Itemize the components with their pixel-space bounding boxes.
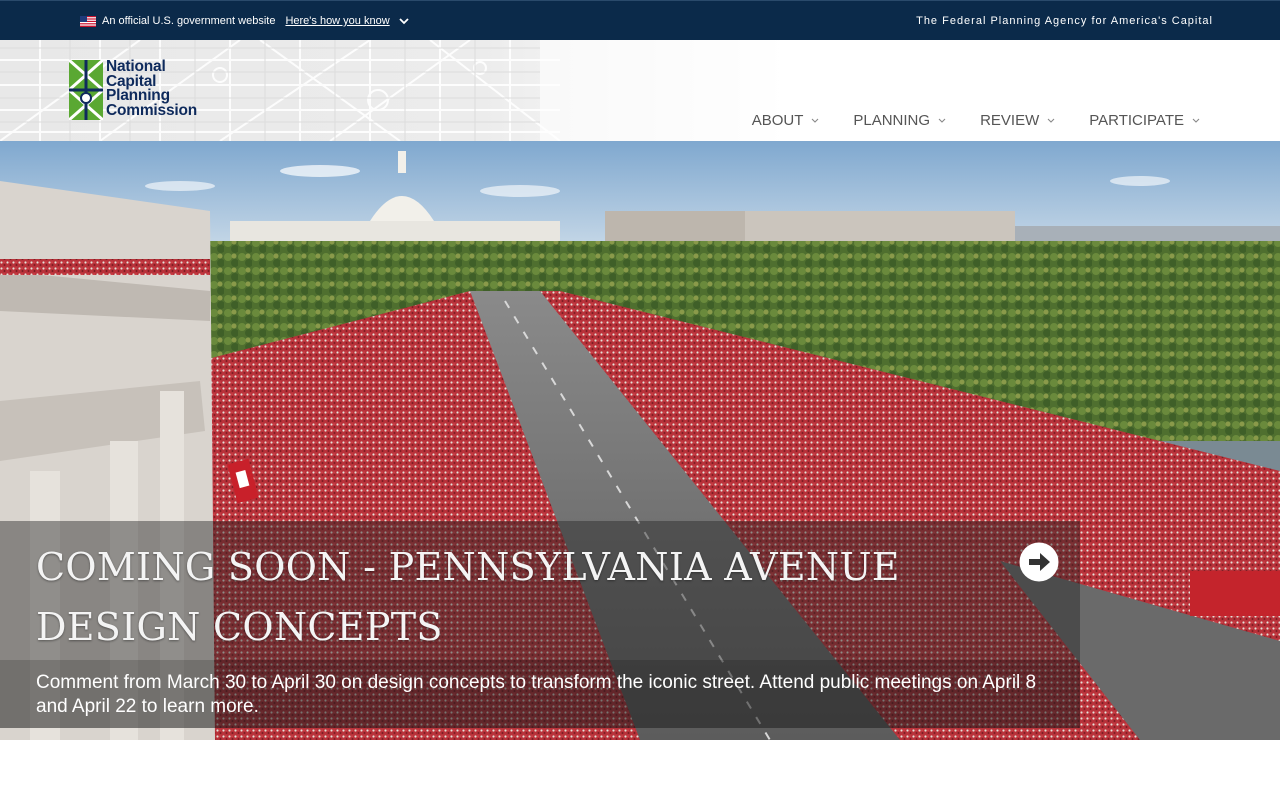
nav-item-review[interactable]: REVIEW xyxy=(946,112,1055,129)
gov-banner: An official U.S. government website Here… xyxy=(0,0,1280,40)
us-flag-icon xyxy=(80,15,96,27)
hero-title-box: COMING SOON - PENNSYLVANIA AVENUE DESIGN… xyxy=(0,521,1080,660)
nav-item-about[interactable]: ABOUT xyxy=(752,112,820,129)
arrow-right-circle-icon[interactable] xyxy=(1018,541,1060,583)
nav-label-review: REVIEW xyxy=(980,112,1040,129)
site-header: National Capital Planning Commission ABO… xyxy=(0,40,1280,141)
nav-label-planning: PLANNING xyxy=(853,112,931,129)
ncpc-logo-mark-icon xyxy=(69,60,103,120)
hero-description-box: Comment from March 30 to April 30 on des… xyxy=(0,660,1080,728)
chevron-down-icon xyxy=(1047,118,1055,123)
nav-label-about: ABOUT xyxy=(751,112,804,129)
gov-official-notice: An official U.S. government website Here… xyxy=(80,14,409,28)
hero-banner[interactable]: COMING SOON - PENNSYLVANIA AVENUE DESIGN… xyxy=(0,141,1280,740)
chevron-down-icon xyxy=(1192,118,1200,123)
chevron-down-icon[interactable] xyxy=(399,17,409,25)
hero-description: Comment from March 30 to April 30 on des… xyxy=(36,672,1037,717)
hero-caption-panel: COMING SOON - PENNSYLVANIA AVENUE DESIGN… xyxy=(0,521,1080,728)
main-nav: ABOUT PLANNING REVIEW PARTICIPATE xyxy=(752,112,1200,129)
gov-official-text: An official U.S. government website xyxy=(102,15,276,27)
hero-title[interactable]: COMING SOON - PENNSYLVANIA AVENUE DESIGN… xyxy=(36,537,996,657)
nav-item-planning[interactable]: PLANNING xyxy=(819,112,946,129)
nav-label-participate: PARTICIPATE xyxy=(1089,112,1184,129)
how-you-know-link[interactable]: Here's how you know xyxy=(285,15,389,27)
ncpc-logo[interactable]: National Capital Planning Commission xyxy=(69,59,219,122)
nav-item-participate[interactable]: PARTICIPATE xyxy=(1055,112,1200,129)
chevron-down-icon xyxy=(938,118,946,123)
logo-line-4: Commission xyxy=(106,101,198,119)
agency-tagline: The Federal Planning Agency for America'… xyxy=(916,15,1213,27)
logo-wordmark: National Capital Planning Commission xyxy=(106,59,198,119)
chevron-down-icon xyxy=(811,118,819,123)
